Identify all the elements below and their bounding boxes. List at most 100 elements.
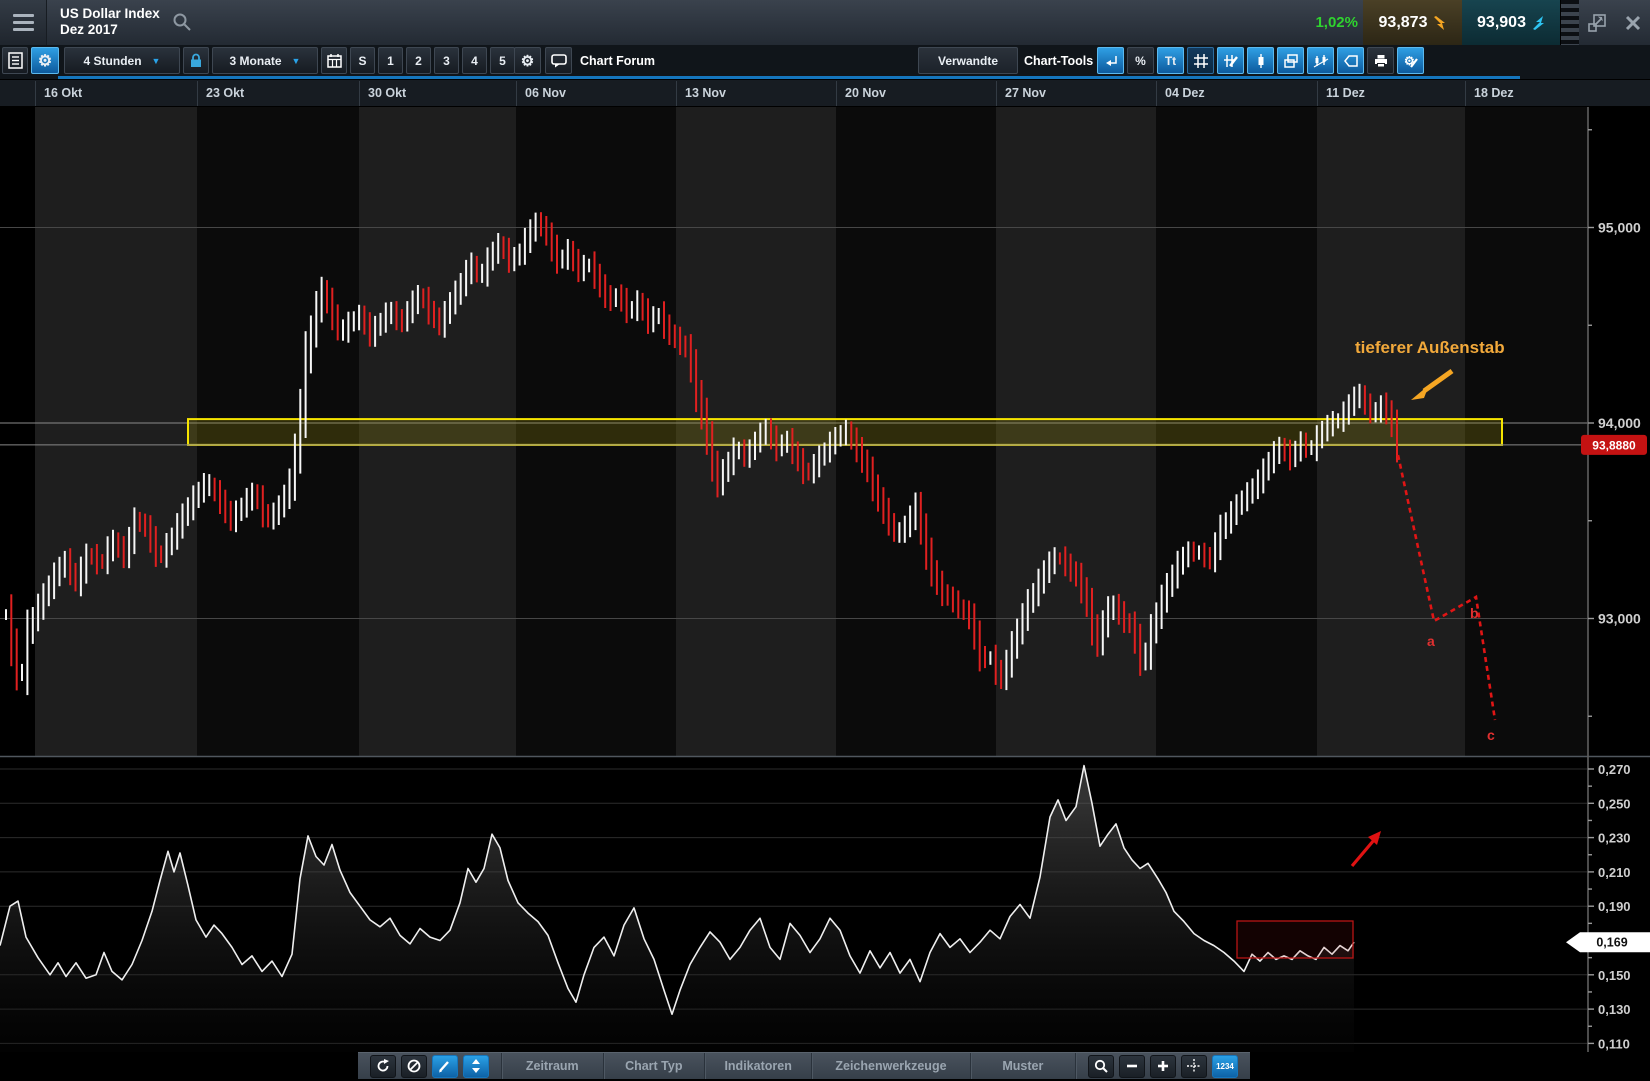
draw-button[interactable]	[432, 1055, 458, 1078]
pattern-button[interactable]	[1307, 47, 1334, 74]
zoom-in-button[interactable]	[1150, 1055, 1176, 1078]
price-bar	[1177, 551, 1179, 589]
chart-forum-link[interactable]: Chart Forum	[580, 47, 655, 74]
price-bar	[1246, 482, 1248, 511]
buy-price-button[interactable]: 93,903	[1462, 0, 1560, 45]
change-percent: 1,02%	[1258, 0, 1358, 45]
price-bar	[668, 315, 670, 346]
calendar-icon	[327, 53, 342, 68]
menu-chart-typ[interactable]: Chart Typ	[603, 1053, 705, 1079]
price-bar	[107, 536, 109, 574]
date-label: 20 Nov	[845, 86, 886, 100]
price-bar	[460, 273, 462, 305]
price-bar	[1332, 411, 1334, 436]
price-bar	[1343, 402, 1345, 432]
text-size-button[interactable]: Tt	[1157, 47, 1184, 74]
print-button[interactable]	[1367, 47, 1394, 74]
menu-indikatoren[interactable]: Indikatoren	[704, 1053, 811, 1079]
interval-dropdown[interactable]: 4 Stunden ▼	[64, 47, 180, 74]
panel-drag-handle[interactable]	[1560, 0, 1579, 45]
price-bar	[454, 281, 456, 315]
lock-button[interactable]	[183, 47, 209, 74]
zoom-button[interactable]	[1088, 1055, 1114, 1078]
speed-button-s[interactable]: S	[350, 47, 375, 74]
collapse-panel-button[interactable]	[1097, 47, 1124, 74]
windows-icon	[1283, 53, 1299, 69]
windows-button[interactable]	[1277, 47, 1304, 74]
price-bar	[898, 522, 900, 543]
price-bar	[920, 492, 922, 545]
price-bar	[1268, 452, 1270, 481]
price-bar	[476, 256, 478, 283]
percent-button[interactable]: %	[1127, 47, 1154, 74]
price-bar	[1043, 560, 1045, 593]
refresh-button[interactable]	[370, 1055, 396, 1078]
price-bar	[840, 425, 842, 446]
speed-button-1[interactable]: 1	[378, 47, 403, 74]
crosshair-button[interactable]	[1181, 1055, 1207, 1078]
calendar-button[interactable]	[321, 47, 347, 74]
date-label: 11 Dez	[1326, 86, 1365, 100]
price-bar	[1161, 585, 1163, 629]
price-bar	[775, 426, 777, 462]
candlestick-button[interactable]	[1247, 47, 1274, 74]
chart-settings-button[interactable]: ⚙	[1397, 47, 1424, 74]
tag-button[interactable]	[1337, 47, 1364, 74]
menu-zeitraum[interactable]: Zeitraum	[501, 1053, 603, 1079]
search-icon[interactable]	[172, 12, 192, 37]
price-bar	[139, 512, 141, 532]
trading-chart-window: abctieferer Außenstab95,00094,00093,0000…	[0, 0, 1650, 1081]
menu-muster[interactable]: Muster	[970, 1053, 1075, 1079]
speed-button-3[interactable]: 3	[434, 47, 459, 74]
price-bar	[1230, 501, 1232, 533]
menu-zeichenwerkzeuge[interactable]: Zeichenwerkzeuge	[811, 1053, 969, 1079]
sort-button[interactable]	[463, 1055, 489, 1078]
range-value: 3 Monate	[230, 54, 282, 68]
price-bar	[1032, 583, 1034, 613]
price-bar	[1193, 542, 1195, 562]
date-axis[interactable]: 16 Okt23 Okt30 Okt06 Nov13 Nov20 Nov27 N…	[0, 79, 1650, 107]
numbers-button[interactable]: 1234	[1212, 1055, 1238, 1078]
date-label: 23 Okt	[206, 86, 244, 100]
expand-button[interactable]	[1582, 8, 1612, 38]
price-bar	[583, 255, 585, 281]
date-label: 16 Okt	[44, 86, 82, 100]
grid-edit-button[interactable]	[1217, 47, 1244, 74]
price-bar	[529, 219, 531, 253]
date-label: 30 Okt	[368, 86, 406, 100]
sell-price-button[interactable]: 93,873	[1363, 0, 1462, 45]
price-bar	[1369, 394, 1371, 424]
price-bar	[791, 428, 793, 464]
price-bar	[663, 301, 665, 339]
menu-button[interactable]	[0, 0, 47, 45]
chat-button[interactable]	[545, 47, 572, 74]
zoom-out-button[interactable]	[1119, 1055, 1145, 1078]
settings-button[interactable]: ⚙	[31, 47, 59, 74]
verwandte-button[interactable]: Verwandte	[918, 47, 1018, 74]
speed-button-5[interactable]: 5	[490, 47, 515, 74]
order-ticket-button[interactable]	[2, 47, 28, 74]
price-bar	[251, 483, 253, 511]
price-bar	[1252, 478, 1254, 503]
price-bar	[1070, 554, 1072, 582]
grid-button[interactable]	[1187, 47, 1214, 74]
price-bar	[647, 298, 649, 334]
close-button[interactable]	[1618, 8, 1648, 38]
speed-button-4[interactable]: 4	[462, 47, 487, 74]
chart-canvas[interactable]: abctieferer Außenstab95,00094,00093,0000…	[0, 0, 1650, 1081]
price-bar	[1316, 425, 1318, 461]
speed-button-2[interactable]: 2	[406, 47, 431, 74]
price-bar	[380, 313, 382, 336]
price-bar	[1059, 552, 1061, 564]
candlestick-icon	[1253, 53, 1269, 69]
price-bar	[1391, 400, 1393, 437]
price-bar	[149, 515, 151, 553]
disable-button[interactable]	[401, 1055, 427, 1078]
week-separator	[1317, 81, 1318, 106]
chart-settings-button[interactable]: ⚙	[514, 47, 541, 74]
price-bar	[508, 238, 510, 273]
price-bar	[1139, 624, 1141, 676]
price-bar	[1375, 402, 1377, 422]
range-dropdown[interactable]: 3 Monate ▼	[212, 47, 318, 74]
price-bar	[1289, 440, 1291, 471]
